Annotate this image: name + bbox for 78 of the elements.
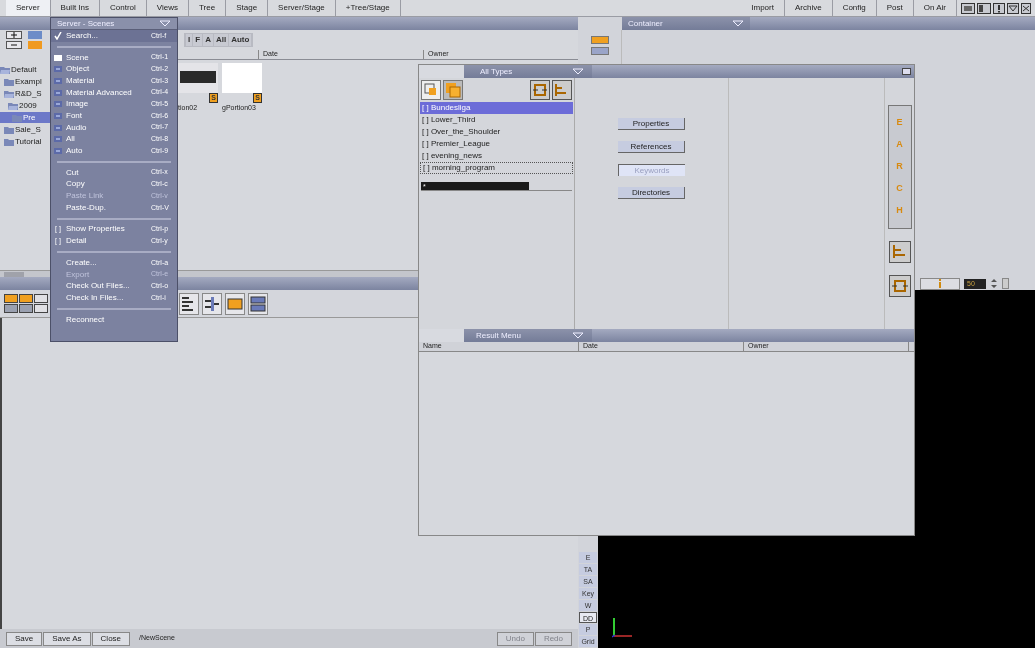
tree-item[interactable]: 2009 (0, 100, 50, 111)
plus-icon (11, 32, 17, 38)
panel-title: All Types (479, 65, 514, 78)
panel-button[interactable]: Properties (618, 118, 685, 130)
type-icon (54, 89, 62, 96)
menu-title: Server - Scenes (57, 17, 116, 30)
window-icon[interactable] (961, 2, 975, 14)
open-folder-icon (4, 89, 14, 98)
bar-button[interactable]: Close (91, 631, 131, 646)
filter-button[interactable]: A (203, 34, 213, 46)
container-button[interactable] (590, 36, 609, 44)
keyword-item[interactable]: [ ] Lower_Third (420, 114, 573, 126)
menu-item[interactable]: Reconnect (51, 313, 177, 326)
open-folder-icon (8, 101, 18, 110)
close-icon[interactable] (1021, 2, 1031, 14)
type-icon (54, 77, 62, 84)
filter-button[interactable]: I (186, 34, 193, 46)
keyword-item[interactable]: [ ] Bundesliga (420, 102, 573, 114)
spinner-icon[interactable] (990, 278, 998, 289)
folder-icon (4, 77, 14, 86)
axis-drawing (612, 616, 634, 640)
minus-icon (11, 42, 17, 48)
tree-item[interactable]: Pre (0, 112, 50, 123)
tree-item[interactable]: Sale_S (0, 124, 50, 135)
bar-button[interactable]: Save (6, 631, 43, 646)
scrollbar-thumb[interactable] (4, 271, 24, 277)
scene-thumbnail[interactable] (178, 63, 218, 93)
panel-button[interactable]: Directories (618, 187, 685, 199)
frame-icon[interactable] (421, 80, 441, 100)
layers-icon[interactable] (443, 80, 463, 100)
bar-button[interactable]: Save As (43, 631, 91, 646)
filter-button[interactable]: All (213, 34, 229, 46)
toolbar-button[interactable] (19, 294, 33, 303)
tree-item[interactable]: Default (0, 64, 50, 75)
type-icon (54, 136, 62, 143)
hierarchy-icon[interactable] (552, 80, 572, 100)
toolbar-button[interactable] (19, 304, 33, 313)
stack-icon[interactable] (248, 292, 268, 315)
info-button[interactable] (920, 277, 960, 290)
info-icon[interactable] (993, 2, 1005, 14)
window-icon[interactable] (902, 68, 911, 75)
type-icon (54, 148, 62, 155)
container-button[interactable] (590, 47, 609, 55)
toolbar-button[interactable] (4, 304, 18, 313)
expand-button[interactable] (6, 31, 22, 39)
type-icon (54, 66, 62, 73)
keyword-item[interactable]: [ ] morning_program (420, 162, 573, 174)
keyword-item[interactable]: [ ] evening_news (420, 150, 573, 162)
open-folder-icon (0, 65, 10, 74)
dropdown-icon[interactable] (1007, 2, 1019, 14)
keyword-item[interactable]: [ ] Premier_League (420, 138, 573, 150)
collapse-button[interactable] (6, 41, 22, 49)
hierarchy-icon[interactable] (888, 241, 911, 263)
check-icon (54, 31, 62, 40)
toolbar-button[interactable] (34, 304, 48, 313)
panel-icon[interactable] (225, 292, 245, 315)
filter-button[interactable]: Auto (229, 34, 252, 46)
filter-button[interactable]: F (193, 34, 203, 46)
scene-thumbnail[interactable] (222, 63, 262, 93)
list-view-icon[interactable] (179, 292, 199, 315)
type-icon (54, 101, 62, 108)
tree-item[interactable]: Exampl (0, 76, 50, 87)
search-banner: E A R C H (887, 105, 912, 229)
tree-item[interactable]: Tutorial (0, 136, 50, 147)
type-icon (54, 124, 62, 131)
panel-button[interactable]: References (618, 141, 685, 153)
window-icon[interactable] (977, 2, 991, 14)
square-icon (54, 54, 62, 61)
panel-title: Result Menu (475, 329, 522, 342)
type-icon (54, 112, 62, 119)
list-view-icon[interactable] (202, 292, 222, 315)
menu-tab[interactable]: Server (6, 0, 51, 16)
keyword-item[interactable]: [ ] Over_the_Shoulder (420, 126, 573, 138)
toolbar-button[interactable] (4, 294, 18, 303)
toolbar-button[interactable] (34, 294, 48, 303)
tree-item[interactable]: R&D_S (0, 88, 50, 99)
info-icon (938, 279, 942, 288)
panel-title: Container (628, 17, 664, 30)
